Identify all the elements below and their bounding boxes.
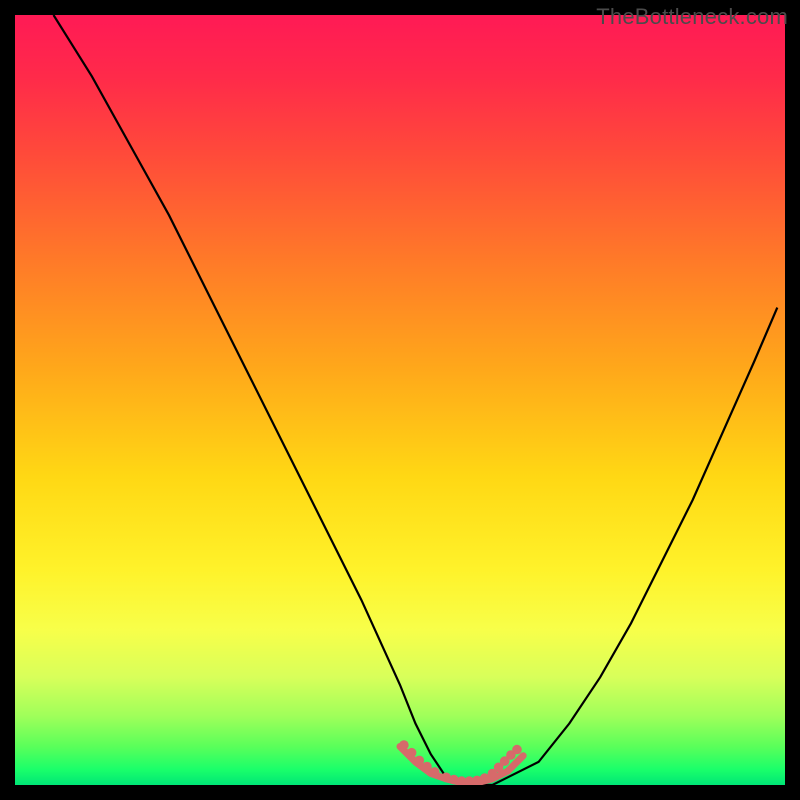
highlight-dot [407, 748, 417, 758]
gradient-plot-area [15, 15, 785, 785]
highlight-dot [430, 767, 440, 777]
highlight-dot [415, 756, 425, 766]
curve-layer [15, 15, 785, 785]
highlight-dot [512, 745, 522, 755]
bottleneck-curve [54, 15, 778, 785]
watermark-text: TheBottleneck.com [596, 4, 788, 30]
chart-frame: TheBottleneck.com [0, 0, 800, 800]
highlight-dot [399, 740, 409, 750]
